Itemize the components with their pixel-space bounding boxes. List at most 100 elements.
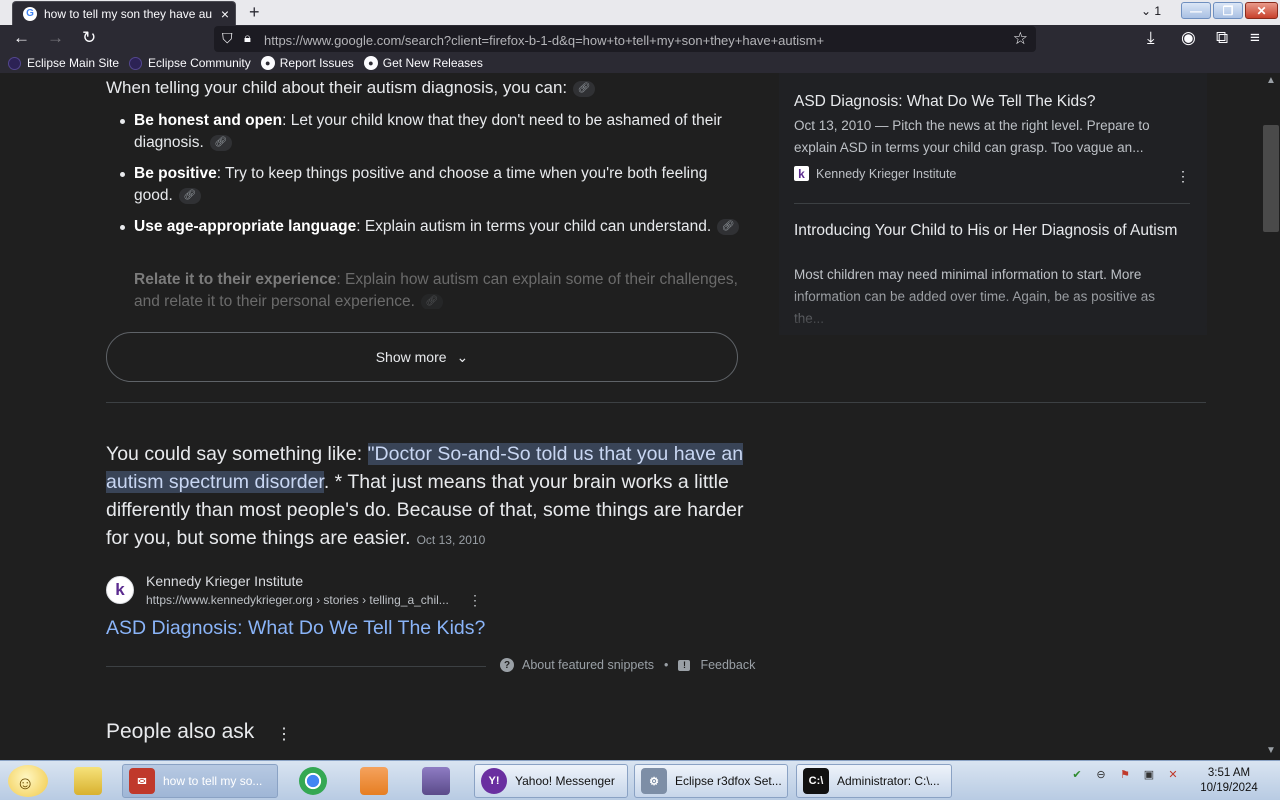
back-arrow-icon[interactable]: ←	[13, 28, 30, 48]
more-options-icon[interactable]: ⋮	[468, 592, 482, 609]
screen: G how to tell my son they have au × + ⌄ …	[0, 0, 1280, 800]
volume-muted-icon[interactable]: ✕	[1164, 765, 1182, 783]
chevron-down-icon: ⌄	[456, 348, 469, 365]
bullet-text: : Try to keep things positive and choose…	[134, 165, 708, 204]
list-item: Relate it to their experience: Explain h…	[134, 269, 744, 309]
alert-flag-icon[interactable]: ⚑	[1116, 765, 1134, 783]
scrollbar-thumb[interactable]	[1263, 125, 1279, 232]
bullet-text: : Explain autism in terms your child can…	[356, 218, 712, 235]
reload-icon[interactable]: ↻	[82, 28, 96, 48]
close-window-button[interactable]: ✕	[1245, 2, 1278, 19]
link-icon[interactable]: 🔗︎	[178, 187, 201, 204]
restore-button[interactable]: ❐	[1213, 2, 1243, 19]
link-icon[interactable]: 🔗︎	[209, 134, 232, 151]
extensions-icon[interactable]: ⧉	[1216, 28, 1228, 48]
downloads-icon[interactable]: ⤓	[1147, 28, 1155, 48]
kennedy-krieger-logo-icon: k	[794, 166, 809, 181]
gmail-icon: ✉	[129, 768, 155, 794]
more-options-icon[interactable]: ⋮	[1176, 168, 1190, 185]
display-icon[interactable]: ▣	[1140, 765, 1158, 783]
list-item: Use age-appropriate language: Explain au…	[120, 216, 744, 238]
forward-arrow-icon[interactable]: →	[47, 28, 64, 48]
feedback-link[interactable]: Feedback	[700, 658, 755, 672]
yahoo-messenger-icon: Y!	[481, 768, 507, 794]
bullet-heading: Relate it to their experience	[134, 271, 337, 288]
result-title-link[interactable]: ASD Diagnosis: What Do We Tell The Kids?	[106, 617, 485, 640]
tracking-shield-icon[interactable]: ⛉	[222, 30, 233, 47]
url-text[interactable]: https://www.google.com/search?client=fir…	[264, 33, 824, 48]
link-icon[interactable]: 🔗︎	[573, 80, 596, 97]
system-tray: ✔ ⊖ ⚑ ▣ ✕	[1068, 765, 1182, 783]
source-url[interactable]: https://www.kennedykrieger.org › stories…	[146, 593, 449, 607]
bullet-heading: Be positive	[134, 165, 217, 182]
bookmark-report-issues[interactable]: ● Report Issues	[260, 56, 354, 70]
scroll-up-icon[interactable]: ▲	[1266, 75, 1276, 86]
list-all-tabs-button[interactable]: ⌄ 1	[1141, 4, 1161, 18]
security-shield-icon[interactable]: ✔	[1068, 765, 1086, 783]
game-icon[interactable]	[422, 767, 450, 795]
menu-icon[interactable]: ≡	[1250, 28, 1260, 48]
minimize-button[interactable]: —	[1181, 2, 1211, 19]
featured-snippet-text: You could say something like: "Doctor So…	[106, 440, 746, 554]
network-icon[interactable]: ⊖	[1092, 765, 1110, 783]
bookmark-label: Eclipse Main Site	[27, 56, 120, 70]
kennedy-krieger-logo-icon: k	[115, 580, 125, 599]
answer-date: Oct 13, 2010	[416, 533, 486, 547]
taskbar-button-yahoo-messenger[interactable]: Y! Yahoo! Messenger	[474, 764, 628, 798]
source-title-link[interactable]: ASD Diagnosis: What Do We Tell The Kids?	[794, 92, 1184, 112]
clock-date: 10/19/2024	[1200, 782, 1258, 794]
bookmark-get-new-releases[interactable]: ● Get New Releases	[363, 56, 483, 70]
bookmark-label: Get New Releases	[382, 56, 483, 70]
bookmark-star-icon[interactable]: ☆	[1013, 29, 1028, 49]
show-more-button[interactable]: Show more ⌄	[106, 332, 738, 382]
start-button[interactable]: ☺	[8, 765, 48, 797]
source-site: k Kennedy Krieger Institute	[794, 166, 956, 181]
people-also-ask-heading: People also ask	[106, 720, 255, 743]
google-favicon-icon: G	[23, 6, 37, 21]
lock-icon[interactable]: 🔒︎	[244, 30, 251, 46]
taskbar-button-firefox[interactable]: ✉ how to tell my so...	[122, 764, 278, 798]
eclipse-icon	[129, 56, 143, 70]
bullet-heading: Be honest and open	[134, 112, 283, 129]
chrome-icon[interactable]	[299, 767, 327, 795]
nav-bar: ← → ↻ ⛉ 🔒︎ https://www.google.com/search…	[0, 25, 1280, 53]
media-player-icon[interactable]	[360, 767, 388, 795]
close-icon: ✕	[1256, 3, 1267, 18]
taskbar-button-command-prompt[interactable]: C:\ Administrator: C:\...	[796, 764, 952, 798]
folder-icon[interactable]	[74, 767, 102, 795]
source-name[interactable]: Kennedy Krieger Institute	[146, 573, 303, 589]
system-clock[interactable]: 3:51 AM 10/19/2024	[1200, 766, 1258, 796]
clock-time: 3:51 AM	[1207, 767, 1251, 779]
source-title-link[interactable]: Introducing Your Child to His or Her Dia…	[794, 221, 1184, 241]
bookmarks-bar: Eclipse Main Site Eclipse Community ● Re…	[0, 53, 1280, 73]
taskbar-button-eclipse-setup[interactable]: ⚙ Eclipse r3dfox Set...	[634, 764, 788, 798]
source-snippet: Oct 13, 2010 — Pitch the news at the rig…	[794, 118, 1150, 155]
close-tab-icon[interactable]: ×	[221, 6, 229, 22]
list-item: Be honest and open: Let your child know …	[120, 110, 744, 154]
more-options-icon[interactable]: ⋮	[276, 724, 292, 744]
bookmark-label: Eclipse Community	[148, 56, 251, 70]
scroll-down-icon[interactable]: ▼	[1266, 745, 1276, 756]
bullet-heading: Use age-appropriate language	[134, 218, 357, 235]
divider	[106, 666, 486, 667]
new-tab-button[interactable]: +	[249, 2, 260, 23]
about-featured-snippets-link[interactable]: About featured snippets	[522, 658, 654, 672]
source-favicon[interactable]: k	[106, 576, 134, 604]
bookmark-eclipse-main-site[interactable]: Eclipse Main Site	[8, 56, 119, 70]
restore-icon: ❐	[1222, 3, 1234, 18]
tab-google-search[interactable]: G how to tell my son they have au ×	[12, 1, 236, 25]
account-icon[interactable]: ◉	[1181, 28, 1196, 48]
url-bar[interactable]: ⛉ 🔒︎ https://www.google.com/search?clien…	[214, 26, 1036, 52]
link-icon[interactable]: 🔗︎	[717, 218, 740, 235]
link-icon[interactable]: 🔗︎	[420, 293, 443, 309]
minimize-icon: —	[1190, 3, 1202, 18]
bookmark-eclipse-community[interactable]: Eclipse Community	[129, 56, 251, 70]
tab-strip: G how to tell my son they have au × + ⌄ …	[0, 0, 1280, 25]
taskbar-label: Administrator: C:\...	[837, 774, 940, 788]
separator: •	[664, 658, 669, 672]
answer-lead: You could say something like:	[106, 443, 368, 465]
tab-count: 1	[1154, 4, 1162, 18]
help-icon: ?	[500, 658, 514, 672]
ai-overview-intro: When telling your child about their auti…	[106, 78, 596, 98]
eclipse-icon	[8, 56, 21, 70]
